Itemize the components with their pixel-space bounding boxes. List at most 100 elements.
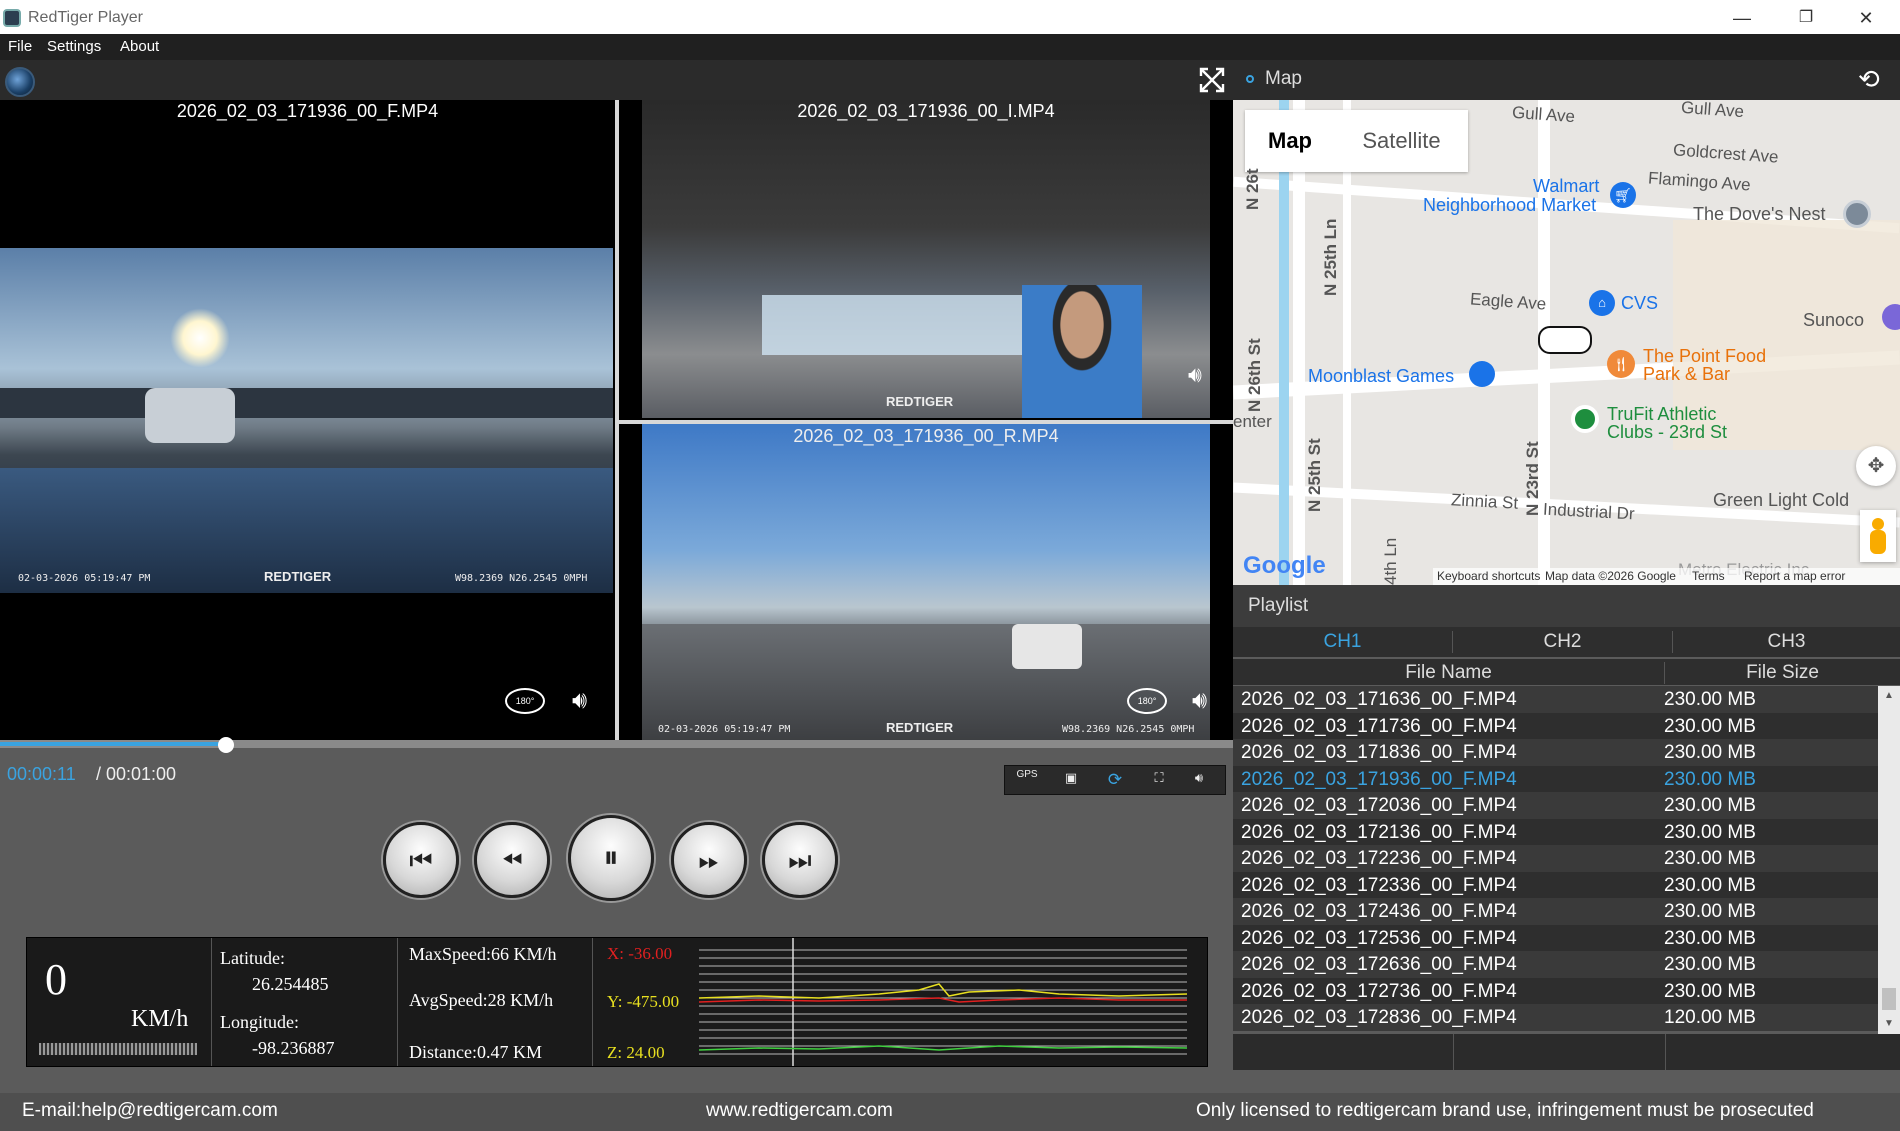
canal [1279, 100, 1289, 585]
place-pin-icon[interactable] [1843, 200, 1871, 228]
current-time: 00:00:11 [7, 764, 76, 784]
seek-handle[interactable] [217, 737, 234, 753]
playlist-row[interactable]: 2026_02_03_172536_00_F.MP4 230.00 MB [1233, 924, 1878, 951]
map-type-control: Map Satellite [1245, 110, 1468, 172]
next-file-button[interactable]: ⏭︎ [762, 822, 838, 898]
playlist-row[interactable]: 2026_02_03_172336_00_F.MP4 230.00 MB [1233, 871, 1878, 898]
map-type-satellite[interactable]: Satellite [1335, 110, 1468, 172]
shopping-cart-icon[interactable]: 🛒︎ [1610, 182, 1636, 208]
gym-pin-icon[interactable] [1571, 405, 1599, 433]
playlist-row[interactable]: 2026_02_03_172036_00_F.MP4 230.00 MB [1233, 792, 1878, 819]
fullscreen-toggle-icon[interactable]: ⛶ [1145, 770, 1173, 790]
label-gull-2: Gull Ave [1680, 100, 1745, 122]
scroll-thumb[interactable] [1882, 988, 1896, 1010]
tab-ch3[interactable]: CH3 [1673, 631, 1900, 653]
menu-settings[interactable]: Settings [47, 38, 101, 55]
footer-website[interactable]: www.redtigercam.com [706, 1100, 893, 1122]
refresh-icon[interactable]: ⟲ [1858, 64, 1880, 95]
column-file-size[interactable]: File Size [1665, 662, 1900, 684]
map-pin-icon [1246, 75, 1254, 83]
label-cvs[interactable]: CVS [1621, 293, 1658, 314]
rear-volume-icon[interactable]: 🔊︎ [1192, 687, 1207, 715]
playlist-row[interactable]: 2026_02_03_171936_00_F.MP4 230.00 MB [1233, 765, 1878, 792]
menu-file[interactable]: File [8, 38, 32, 55]
gps-export-button[interactable]: GPS [1013, 770, 1041, 790]
playlist-row-name: 2026_02_03_171736_00_F.MP4 [1241, 715, 1517, 737]
label-neighborhood-market[interactable]: Neighborhood Market [1423, 195, 1596, 216]
scroll-down-icon[interactable]: ▼ [1884, 1018, 1894, 1029]
rear-rotate-180-icon[interactable]: 180° [1127, 688, 1167, 714]
pause-button[interactable]: ⏸︎ [568, 815, 654, 901]
pan-control-icon[interactable]: ✥ [1856, 446, 1896, 486]
rewind-button[interactable]: ⏪︎ [474, 822, 550, 898]
label-eagle: Eagle Ave [1469, 289, 1547, 314]
playlist-row[interactable]: 2026_02_03_171836_00_F.MP4 230.00 MB [1233, 739, 1878, 766]
playlist-scrollbar[interactable]: ▲ ▼ [1878, 686, 1900, 1034]
tab-ch2[interactable]: CH2 [1453, 631, 1673, 653]
playlist-row[interactable]: 2026_02_03_172136_00_F.MP4 230.00 MB [1233, 818, 1878, 845]
volume-icon[interactable]: 🔊︎ [1185, 770, 1213, 790]
label-n24-ln: 4th Ln [1381, 537, 1400, 585]
playlist-row-size: 230.00 MB [1664, 742, 1756, 763]
playlist-row[interactable]: 2026_02_03_172836_00_F.MP4 120.00 MB [1233, 1004, 1878, 1031]
keyboard-shortcuts-link[interactable]: Keyboard shortcuts [1437, 569, 1540, 583]
label-doves-nest[interactable]: The Dove's Nest [1693, 204, 1826, 225]
channel-tabs: CH1 CH2 CH3 [1233, 627, 1900, 657]
restore-button[interactable]: ❐ [1776, 0, 1836, 38]
playlist-row-size: 230.00 MB [1664, 821, 1756, 843]
playlist-row[interactable]: 2026_02_03_172236_00_F.MP4 230.00 MB [1233, 845, 1878, 872]
label-clubs[interactable]: Clubs - 23rd St [1607, 422, 1727, 443]
front-volume-icon[interactable]: 🔊︎ [572, 687, 587, 715]
shopping-bag-icon[interactable]: ⌂ [1589, 290, 1615, 316]
tab-ch1[interactable]: CH1 [1233, 631, 1453, 653]
map-attribution: Keyboard shortcuts Map data ©2026 Google… [1433, 568, 1900, 585]
snapshot-icon[interactable]: ▣ [1057, 770, 1085, 790]
playlist-row[interactable]: 2026_02_03_172736_00_F.MP4 230.00 MB [1233, 977, 1878, 1004]
playlist-row-name: 2026_02_03_172336_00_F.MP4 [1241, 874, 1517, 896]
fullscreen-icon[interactable] [1198, 66, 1226, 94]
label-goldcrest: Goldcrest Ave [1672, 140, 1780, 167]
rear-camera-view[interactable]: 02-03-2026 05:19:47 PM REDTIGER W98.2369… [642, 424, 1210, 740]
playlist-row[interactable]: 2026_02_03_172436_00_F.MP4 230.00 MB [1233, 898, 1878, 925]
playlist-row[interactable]: 2026_02_03_172636_00_F.MP4 230.00 MB [1233, 951, 1878, 978]
front-camera-view[interactable]: 02-03-2026 05:19:47 PM REDTIGER W98.2369… [0, 248, 613, 593]
map-type-map[interactable]: Map [1245, 110, 1335, 172]
player-logo-icon[interactable] [5, 67, 35, 97]
rear-gps-readout: W98.2369 N26.2545 0MPH [1062, 724, 1195, 735]
scroll-up-icon[interactable]: ▲ [1884, 690, 1894, 701]
label-n26-st: N 26th St [1245, 338, 1264, 412]
street-view-pegman-icon[interactable] [1860, 510, 1896, 562]
gsensor-x: X: -36.00 [607, 944, 673, 963]
playlist-row[interactable]: 2026_02_03_171636_00_F.MP4 230.00 MB [1233, 686, 1878, 713]
longitude-value: -98.236887 [252, 1038, 335, 1058]
previous-file-button[interactable]: ⏮︎ [383, 822, 459, 898]
vehicle-marker-icon [1538, 326, 1592, 354]
playlist-footer [1233, 1034, 1900, 1070]
footer-email[interactable]: E-mail:help@redtigercam.com [22, 1100, 278, 1122]
interior-watermark: REDTIGER [886, 394, 954, 409]
label-green-light[interactable]: Green Light Cold [1713, 490, 1849, 511]
rotate-icon[interactable]: ⟳ [1101, 770, 1129, 790]
minimize-button[interactable]: — [1712, 0, 1772, 38]
fast-forward-button[interactable]: ⏩︎ [671, 822, 747, 898]
restaurant-icon[interactable]: 🍴︎ [1607, 350, 1635, 378]
interior-volume-icon[interactable]: 🔊︎ [1188, 362, 1202, 388]
front-rotate-180-icon[interactable]: 180° [505, 688, 545, 714]
interior-camera-view[interactable]: REDTIGER [642, 100, 1210, 418]
report-link[interactable]: Report a map error [1744, 569, 1845, 583]
label-moonblast[interactable]: Moonblast Games [1308, 366, 1454, 387]
playlist-row[interactable]: 2026_02_03_171736_00_F.MP4 230.00 MB [1233, 712, 1878, 739]
map-view[interactable]: Map Satellite Gull Ave Gull Ave Goldcres… [1233, 100, 1900, 585]
label-park-bar[interactable]: Park & Bar [1643, 364, 1730, 385]
label-sunoco[interactable]: Sunoco [1803, 310, 1864, 331]
close-button[interactable]: ✕ [1836, 0, 1896, 38]
store-pin-icon[interactable] [1469, 361, 1495, 387]
coordinates-cell: Latitude: 26.254485 Longitude: -98.23688… [212, 938, 398, 1066]
label-walmart[interactable]: Walmart [1533, 176, 1599, 197]
column-file-name[interactable]: File Name [1233, 662, 1665, 684]
menu-about[interactable]: About [120, 38, 159, 55]
label-center: enter [1233, 412, 1272, 431]
gsensor-y: Y: -475.00 [607, 992, 680, 1011]
front-horizon [0, 388, 613, 418]
terms-link[interactable]: Terms [1692, 569, 1725, 583]
